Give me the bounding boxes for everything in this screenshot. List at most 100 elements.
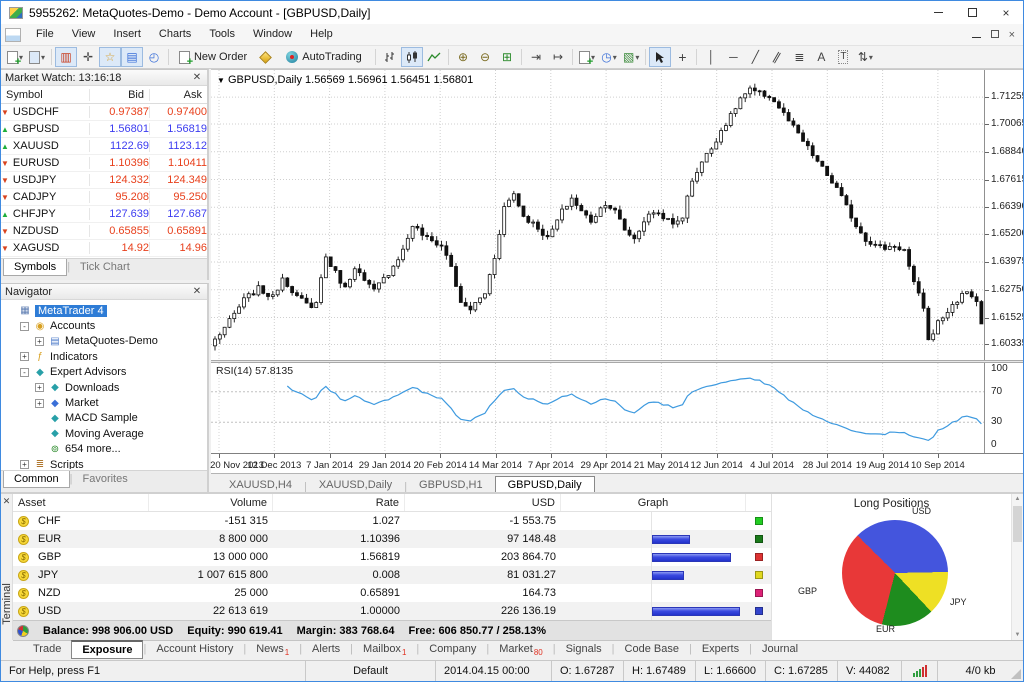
chart-window[interactable]: ▼ GBPUSD,Daily 1.56569 1.56961 1.56451 1… bbox=[211, 69, 1023, 492]
exposure-row-eur[interactable]: $EUR8 800 0001.1039697 148.48 bbox=[13, 530, 771, 548]
text-button[interactable]: A bbox=[810, 47, 832, 67]
horizontal-line-button[interactable]: ─ bbox=[722, 47, 744, 67]
chart-tab-xauusd-daily[interactable]: XAUUSD,Daily bbox=[307, 477, 404, 493]
tile-windows-button[interactable]: ⊞ bbox=[496, 47, 518, 67]
terminal-tab-journal[interactable]: Journal bbox=[752, 641, 808, 657]
new-chart-button[interactable]: +▾ bbox=[4, 47, 26, 67]
market-watch-row[interactable]: ▼CADJPY95.20895.250 bbox=[1, 189, 207, 206]
exposure-row-jpy[interactable]: $JPY1 007 615 8000.00881 031.27 bbox=[13, 566, 771, 584]
menu-file[interactable]: File bbox=[27, 28, 63, 40]
plus-expand-icon[interactable]: + bbox=[35, 337, 44, 346]
tree-item-market[interactable]: +◆Market bbox=[1, 395, 207, 410]
arrows-button[interactable]: ⇅▾ bbox=[854, 47, 876, 67]
terminal-scrollbar[interactable]: ▲▼ bbox=[1011, 494, 1023, 640]
tree-item-downloads[interactable]: +◆Downloads bbox=[1, 380, 207, 395]
rsi-pane[interactable]: RSI(14) 57.8135 10070300 bbox=[211, 363, 1023, 453]
market-watch-row[interactable]: ▼USDJPY124.332124.349 bbox=[1, 172, 207, 189]
terminal-tab-alerts[interactable]: Alerts bbox=[302, 641, 350, 657]
terminal-tab-exposure[interactable]: Exposure bbox=[71, 640, 143, 659]
crosshair-button[interactable]: + bbox=[671, 47, 693, 67]
terminal-tab-experts[interactable]: Experts bbox=[692, 641, 749, 657]
scrollbar-thumb[interactable] bbox=[1013, 506, 1022, 542]
tab-common[interactable]: Common bbox=[3, 471, 70, 488]
menu-help[interactable]: Help bbox=[301, 28, 342, 40]
market-watch-row[interactable]: ▼NZDUSD0.658550.65891 bbox=[1, 223, 207, 240]
market-watch-toggle[interactable]: ▥ bbox=[55, 47, 77, 67]
metaeditor-button[interactable] bbox=[254, 47, 276, 67]
market-watch-row[interactable]: ▼XAGUSD14.9214.96 bbox=[1, 240, 207, 257]
navigator-close-icon[interactable]: ✕ bbox=[191, 286, 203, 297]
status-profile[interactable]: Default bbox=[305, 661, 435, 681]
market-watch-row[interactable]: ▼USDCHF0.973870.97400 bbox=[1, 104, 207, 121]
tree-item-moving-average[interactable]: ◆Moving Average bbox=[1, 426, 207, 441]
terminal-tab-trade[interactable]: Trade bbox=[23, 641, 71, 657]
autotrading-button[interactable]: AutoTrading bbox=[276, 47, 372, 67]
plus-expand-icon[interactable]: + bbox=[20, 460, 29, 469]
candlestick-chart-button[interactable] bbox=[401, 47, 423, 67]
terminal-tab-code-base[interactable]: Code Base bbox=[615, 641, 689, 657]
minus-expand-icon[interactable]: - bbox=[20, 368, 29, 377]
price-pane[interactable]: ▼ GBPUSD,Daily 1.56569 1.56961 1.56451 1… bbox=[211, 70, 1023, 360]
tab-symbols[interactable]: Symbols bbox=[3, 259, 67, 276]
data-window-toggle[interactable]: ✛ bbox=[77, 47, 99, 67]
chart-tab-gbpusd-h1[interactable]: GBPUSD,H1 bbox=[407, 477, 495, 493]
periods-button[interactable]: ◷▾ bbox=[598, 47, 620, 67]
tree-item-metaquotes-demo[interactable]: +▤MetaQuotes-Demo bbox=[1, 334, 207, 349]
trendline-button[interactable]: ╱ bbox=[744, 47, 766, 67]
resize-grip[interactable] bbox=[1011, 669, 1021, 679]
minimize-button[interactable] bbox=[921, 1, 955, 24]
market-watch-row[interactable]: ▲GBPUSD1.568011.56819 bbox=[1, 121, 207, 138]
market-watch-close-icon[interactable]: ✕ bbox=[191, 72, 203, 83]
menu-insert[interactable]: Insert bbox=[104, 28, 150, 40]
terminal-tab-news[interactable]: News1 bbox=[246, 641, 299, 659]
terminal-toggle[interactable]: ▤ bbox=[121, 47, 143, 67]
exposure-row-usd[interactable]: $USD22 613 6191.00000226 136.19 bbox=[13, 602, 771, 620]
tree-item-indicators[interactable]: +ƒIndicators bbox=[1, 349, 207, 364]
zoom-out-button[interactable]: ⊖ bbox=[474, 47, 496, 67]
line-chart-button[interactable] bbox=[423, 47, 445, 67]
chart-collapse-icon[interactable]: ▼ bbox=[217, 76, 225, 85]
terminal-tab-company[interactable]: Company bbox=[419, 641, 486, 657]
menu-view[interactable]: View bbox=[63, 28, 105, 40]
exposure-row-chf[interactable]: $CHF-151 3151.027-1 553.75 bbox=[13, 512, 771, 530]
terminal-tab-account-history[interactable]: Account History bbox=[146, 641, 243, 657]
close-button[interactable]: × bbox=[989, 1, 1023, 24]
market-watch-row[interactable]: ▲CHFJPY127.639127.687 bbox=[1, 206, 207, 223]
maximize-button[interactable] bbox=[955, 1, 989, 24]
chart-system-menu-icon[interactable] bbox=[5, 28, 21, 42]
navigator-toggle[interactable]: ☆ bbox=[99, 47, 121, 67]
tree-item-accounts[interactable]: -◉Accounts bbox=[1, 318, 207, 333]
chart-tab-gbpusd-daily[interactable]: GBPUSD,Daily bbox=[495, 476, 595, 493]
exposure-row-nzd[interactable]: $NZD25 0000.65891164.73 bbox=[13, 584, 771, 602]
profiles-button[interactable]: ▾ bbox=[26, 47, 48, 67]
indicators-button[interactable]: +▾ bbox=[576, 47, 598, 67]
tab-tick-chart[interactable]: Tick Chart bbox=[70, 259, 140, 275]
plus-expand-icon[interactable]: + bbox=[35, 399, 44, 408]
plus-expand-icon[interactable]: + bbox=[20, 352, 29, 361]
terminal-tab-mailbox[interactable]: Mailbox1 bbox=[353, 641, 416, 659]
equidistant-channel-button[interactable]: ∥ bbox=[766, 47, 788, 67]
tree-item-654-more-[interactable]: ⊚654 more... bbox=[1, 442, 207, 457]
minus-expand-icon[interactable]: - bbox=[20, 322, 29, 331]
fibonacci-button[interactable]: ≣ bbox=[788, 47, 810, 67]
plus-expand-icon[interactable]: + bbox=[35, 383, 44, 392]
zoom-in-button[interactable]: ⊕ bbox=[452, 47, 474, 67]
templates-button[interactable]: ▧▾ bbox=[620, 47, 642, 67]
cursor-button[interactable] bbox=[649, 47, 671, 67]
candlestick-chart[interactable] bbox=[211, 70, 984, 360]
tab-favorites[interactable]: Favorites bbox=[72, 471, 137, 487]
tree-item-macd-sample[interactable]: ◆MACD Sample bbox=[1, 411, 207, 426]
rsi-chart[interactable] bbox=[211, 363, 984, 453]
market-watch-row[interactable]: ▲XAUUSD1122.691123.12 bbox=[1, 138, 207, 155]
menu-tools[interactable]: Tools bbox=[200, 28, 244, 40]
vertical-line-button[interactable]: │ bbox=[700, 47, 722, 67]
chart-shift-button[interactable]: ↦ bbox=[547, 47, 569, 67]
tree-item-expert-advisors[interactable]: -◆Expert Advisors bbox=[1, 365, 207, 380]
terminal-tab-market[interactable]: Market80 bbox=[489, 641, 553, 659]
menu-window[interactable]: Window bbox=[244, 28, 301, 40]
menu-charts[interactable]: Charts bbox=[150, 28, 200, 40]
exposure-row-gbp[interactable]: $GBP13 000 0001.56819203 864.70 bbox=[13, 548, 771, 566]
text-label-button[interactable]: T bbox=[832, 47, 854, 67]
child-minimize-button[interactable] bbox=[972, 29, 981, 41]
strategy-tester-toggle[interactable]: ◴ bbox=[143, 47, 165, 67]
